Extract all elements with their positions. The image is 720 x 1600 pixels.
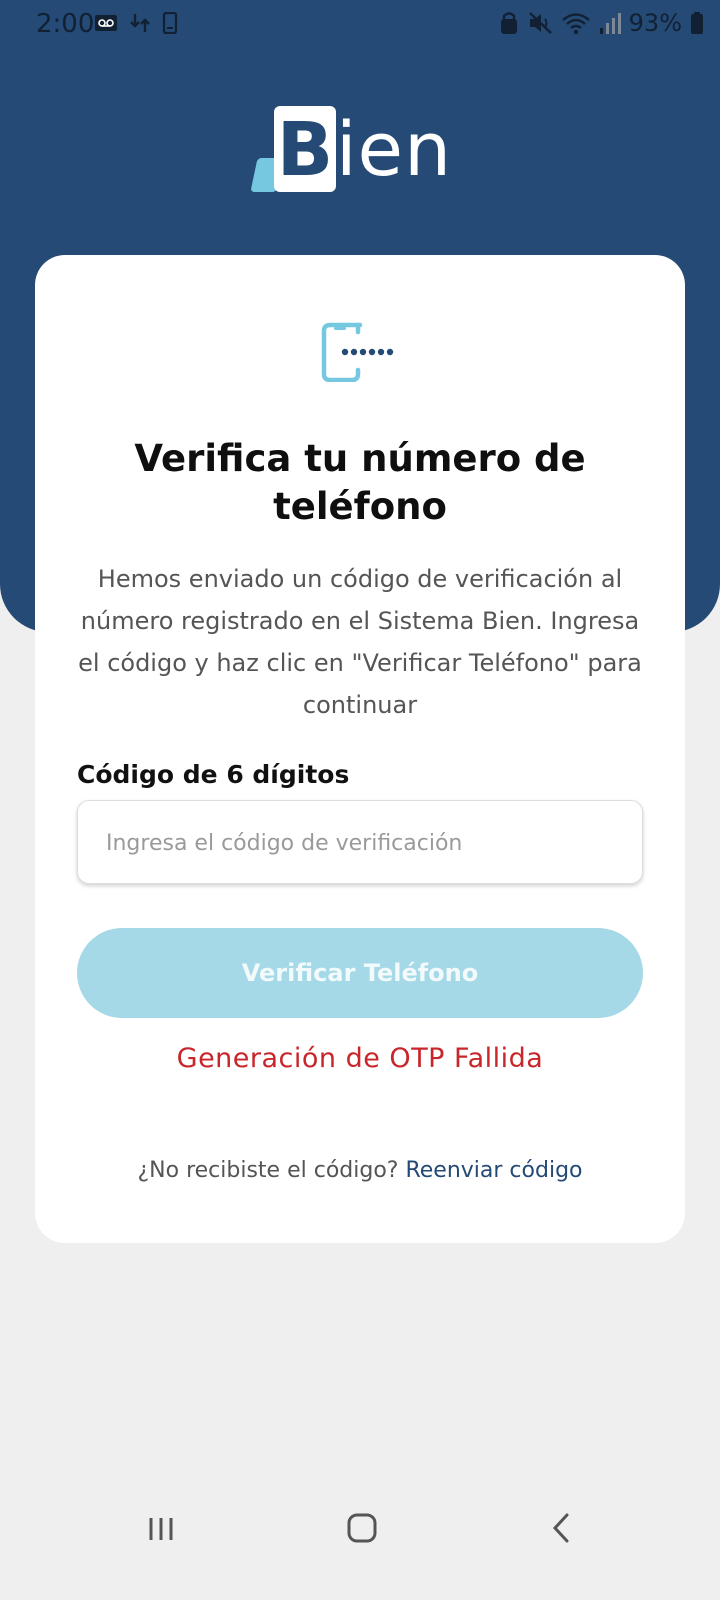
bien-logo: B ien xyxy=(250,106,464,194)
description-text: Hemos enviado un código de verificación … xyxy=(78,565,642,719)
status-icons-right: 93% xyxy=(499,9,704,37)
data-transfer-icon xyxy=(130,14,150,32)
alarm-lock-icon xyxy=(500,12,517,34)
code-input-box[interactable] xyxy=(77,800,643,885)
back-icon[interactable] xyxy=(551,1512,571,1544)
resend-prompt: ¿No recibiste el código? xyxy=(137,1158,399,1183)
verification-card: Verifica tu número de teléfono Hemos env… xyxy=(35,255,685,1243)
verification-code-input[interactable] xyxy=(104,801,628,885)
code-field-label: Código de 6 dígitos xyxy=(77,760,350,789)
screen: 2:00 93% B ien Verifica tu número de tel… xyxy=(0,0,720,1600)
phone-device-icon xyxy=(162,12,178,34)
resend-row: ¿No recibiste el código? Reenviar código xyxy=(35,1158,685,1183)
mute-icon xyxy=(528,12,552,34)
status-time: 2:00 xyxy=(36,9,95,39)
voicemail-icon xyxy=(95,15,117,31)
status-bar: 2:00 93% xyxy=(0,0,720,52)
page-title: Verifica tu número de teléfono xyxy=(134,437,586,528)
resend-code-link[interactable]: Reenviar código xyxy=(405,1158,582,1183)
signal-icon xyxy=(599,13,621,34)
logo-b-letter: B xyxy=(276,107,334,193)
wifi-icon xyxy=(561,13,590,35)
verify-phone-button[interactable]: Verificar Teléfono xyxy=(77,928,643,1018)
logo-text: ien xyxy=(336,107,452,193)
otp-error-message: Generación de OTP Fallida xyxy=(176,1043,544,1074)
system-nav-bar xyxy=(0,1500,720,1600)
status-icons-left xyxy=(94,12,178,34)
phone-otp-icon xyxy=(321,322,394,382)
recent-apps-icon[interactable] xyxy=(147,1516,175,1542)
battery-percentage: 93% xyxy=(628,9,682,37)
home-icon[interactable] xyxy=(347,1513,377,1543)
battery-icon xyxy=(691,12,703,34)
